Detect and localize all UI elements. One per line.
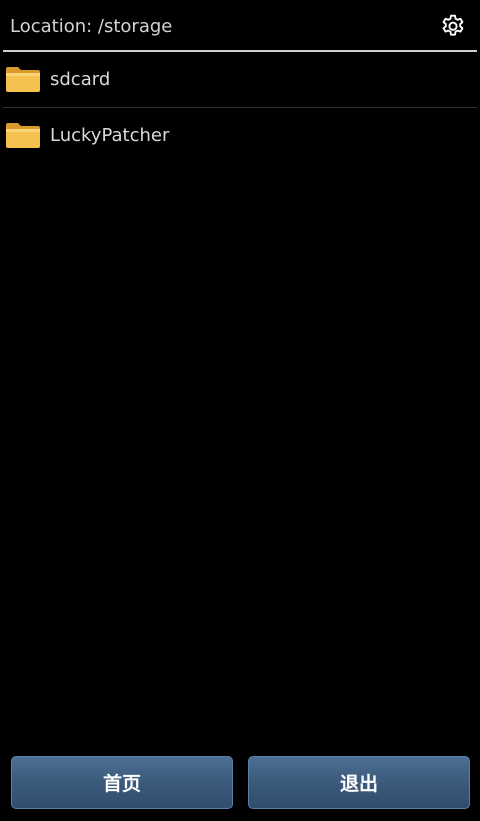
file-name: sdcard: [50, 69, 111, 90]
exit-button[interactable]: 退出: [248, 756, 470, 809]
file-list: sdcard LuckyPatcher: [0, 52, 480, 164]
location-bar: Location: /storage: [0, 0, 480, 52]
file-browser-screen: Location: /storage sdcard LuckyPatcher 首…: [0, 0, 480, 821]
folder-icon: [6, 67, 40, 92]
list-item[interactable]: sdcard: [0, 52, 480, 108]
gear-icon: [442, 14, 464, 36]
location-path: Location: /storage: [10, 16, 173, 37]
settings-button[interactable]: [438, 11, 468, 41]
home-button[interactable]: 首页: [11, 756, 233, 809]
file-name: LuckyPatcher: [50, 125, 170, 146]
list-item[interactable]: LuckyPatcher: [0, 108, 480, 164]
bottom-bar: 首页 退出: [0, 756, 480, 809]
folder-icon: [6, 123, 40, 148]
